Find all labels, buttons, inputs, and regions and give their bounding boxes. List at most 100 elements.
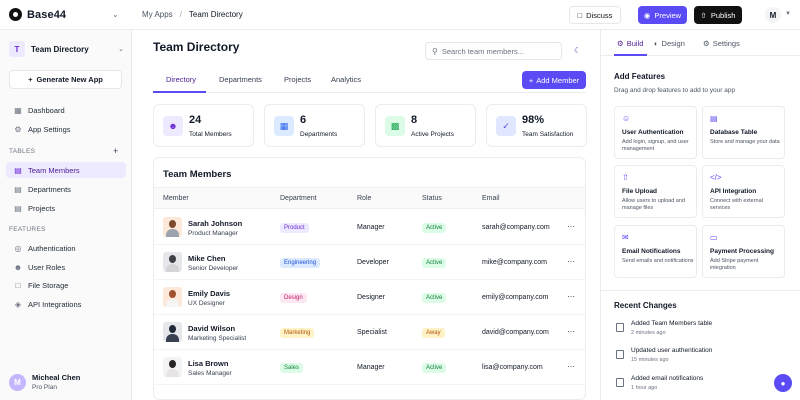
moon-icon[interactable]: ☾ xyxy=(574,46,581,55)
member-role: Manager xyxy=(357,224,385,231)
dashboard-icon: ▦ xyxy=(14,105,22,115)
sidebar-item-label: API Integrations xyxy=(28,299,82,309)
briefcase-icon: ▩ xyxy=(385,116,405,136)
document-icon xyxy=(616,378,624,387)
chat-bubble-icon[interactable]: ● xyxy=(774,374,792,392)
table-row[interactable]: Emily Davis UX Designer Design Designer … xyxy=(154,280,585,315)
tab-settings[interactable]: ⚙ Settings xyxy=(703,39,740,48)
sidebar-item-app-settings[interactable]: ⚙ App Settings xyxy=(6,121,126,137)
feature-title: Payment Processing xyxy=(710,248,774,255)
chat-icon: □ xyxy=(577,10,583,20)
sidebar-item-authentication[interactable]: ◎ Authentication xyxy=(6,240,126,256)
users-icon: ☻ xyxy=(163,116,183,136)
breadcrumb-my-apps[interactable]: My Apps xyxy=(142,10,173,19)
feature-description: Add login, signup, and user management xyxy=(622,139,689,152)
member-title: Product Manager xyxy=(188,230,238,237)
search-box[interactable]: ⚲ xyxy=(425,42,562,60)
check-circle-icon: ✓ xyxy=(496,116,516,136)
member-email: sarah@company.com xyxy=(482,224,550,231)
user-profile[interactable]: M Micheal Chen Pro Plan xyxy=(9,373,80,391)
status-badge: Active xyxy=(422,293,447,303)
sidebar-item-label: Team Members xyxy=(28,165,80,175)
sidebar-item-api-integrations[interactable]: ◈ API Integrations xyxy=(6,296,126,312)
feature-title: User Authentication xyxy=(622,129,684,136)
sidebar: T Team Directory ⌄ + Generate New App ▦ … xyxy=(0,30,132,400)
main-content: Team Directory ⚲ ☾ Directory Departments… xyxy=(133,30,598,400)
more-options-icon[interactable]: ⋯ xyxy=(567,362,575,371)
member-name: Sarah Johnson xyxy=(188,219,243,228)
sidebar-item-label: App Settings xyxy=(28,124,71,134)
workspace-chevron-down-icon[interactable]: ⌄ xyxy=(112,10,119,19)
sidebar-item-file-storage[interactable]: □ File Storage xyxy=(6,277,126,293)
publish-button[interactable]: ⇧ Publish xyxy=(694,6,742,24)
table-row[interactable]: Mike Chen Senior Developer Engineering D… xyxy=(154,245,585,280)
member-role: Manager xyxy=(357,364,385,371)
generate-new-app-button[interactable]: + Generate New App xyxy=(9,70,122,89)
feature-description: Add Stripe payment integration xyxy=(710,258,759,271)
feature-description: Connect with external services xyxy=(710,198,763,211)
builder-panel: ⚙ Build ◐ Design ⚙ Settings Add Features… xyxy=(600,30,800,400)
feature-card-user-authentication[interactable]: ☺ User Authentication Add login, signup,… xyxy=(614,106,697,159)
sidebar-item-dashboard[interactable]: ▦ Dashboard xyxy=(6,102,126,118)
feature-card-email-notifications[interactable]: ✉ Email Notifications Send emails and no… xyxy=(614,225,697,278)
avatar xyxy=(163,217,182,237)
change-title: Updated user authentication xyxy=(631,347,713,354)
feature-card-api-integration[interactable]: </> API Integration Connect with externa… xyxy=(702,165,785,218)
status-badge: Active xyxy=(422,258,447,268)
brand-logo[interactable]: Base44 xyxy=(9,8,66,21)
discuss-button[interactable]: □ Discuss xyxy=(569,6,621,24)
sidebar-item-label: User Roles xyxy=(28,262,66,272)
features-section-label: FEATURES xyxy=(9,226,46,233)
table-row[interactable]: Sarah Johnson Product Manager Product Ma… xyxy=(154,210,585,245)
sidebar-item-team-members[interactable]: ▤ Team Members xyxy=(6,162,126,178)
tab-projects[interactable]: Projects xyxy=(284,75,311,84)
member-email: lisa@company.com xyxy=(482,364,543,371)
sidebar-item-projects[interactable]: ▤ Projects xyxy=(6,200,126,216)
add-table-plus-icon[interactable]: + xyxy=(113,146,118,156)
change-title: Added email notifications xyxy=(631,375,704,382)
feature-title: Database Table xyxy=(710,129,758,136)
more-options-icon[interactable]: ⋯ xyxy=(567,327,575,336)
feature-card-payment-processing[interactable]: ▭ Payment Processing Add Stripe payment … xyxy=(702,225,785,278)
document-icon xyxy=(616,323,624,332)
more-options-icon[interactable]: ⋯ xyxy=(567,292,575,301)
tab-label: Design xyxy=(661,39,685,48)
feature-card-database-table[interactable]: ▤ Database Table Store and manage your d… xyxy=(702,106,785,159)
preview-button[interactable]: ◉ Preview xyxy=(638,6,687,24)
palette-icon: ◐ xyxy=(654,39,659,48)
member-role: Designer xyxy=(357,294,386,301)
tab-directory[interactable]: Directory xyxy=(166,75,196,84)
tables-section-label: TABLES xyxy=(9,148,36,155)
user-plan: Pro Plan xyxy=(32,384,57,391)
project-selector[interactable]: T Team Directory ⌄ xyxy=(9,40,124,58)
sidebar-item-departments[interactable]: ▤ Departments xyxy=(6,181,126,197)
status-badge: Away xyxy=(422,328,445,338)
add-member-button[interactable]: + Add Member xyxy=(522,71,586,89)
more-options-icon[interactable]: ⋯ xyxy=(567,222,575,231)
status-badge: Active xyxy=(422,363,447,373)
tab-design[interactable]: ◐ Design xyxy=(654,39,685,48)
list-item: Added Team Members table 2 minutes ago xyxy=(614,320,789,344)
change-title: Added Team Members table xyxy=(631,320,713,327)
upload-icon: ⇧ xyxy=(622,173,629,182)
tab-build[interactable]: ⚙ Build xyxy=(617,39,643,48)
table-row[interactable]: Lisa Brown Sales Manager Sales Manager A… xyxy=(154,350,585,385)
table-row[interactable]: David Wilson Marketing Specialist Market… xyxy=(154,315,585,350)
user-menu-chevron-down-icon[interactable]: ▼ xyxy=(785,11,791,17)
file-icon: □ xyxy=(15,280,21,290)
feature-title: Email Notifications xyxy=(622,248,681,255)
publish-label: Publish xyxy=(710,10,736,20)
stat-value: 6 xyxy=(300,114,307,126)
feature-title: File Upload xyxy=(622,188,658,195)
user-avatar[interactable]: M xyxy=(765,7,781,23)
sidebar-item-user-roles[interactable]: ☻ User Roles xyxy=(6,259,126,275)
user-icon: ☺ xyxy=(622,114,631,123)
search-input[interactable] xyxy=(441,46,552,56)
users-icon: ☻ xyxy=(13,262,23,272)
more-options-icon[interactable]: ⋯ xyxy=(567,257,575,266)
tab-analytics[interactable]: Analytics xyxy=(331,75,361,84)
sidebar-item-label: Authentication xyxy=(28,243,76,253)
feature-card-file-upload[interactable]: ⇧ File Upload Allow users to upload and … xyxy=(614,165,697,218)
tab-departments[interactable]: Departments xyxy=(219,75,262,84)
stat-label: Total Members xyxy=(189,131,232,138)
